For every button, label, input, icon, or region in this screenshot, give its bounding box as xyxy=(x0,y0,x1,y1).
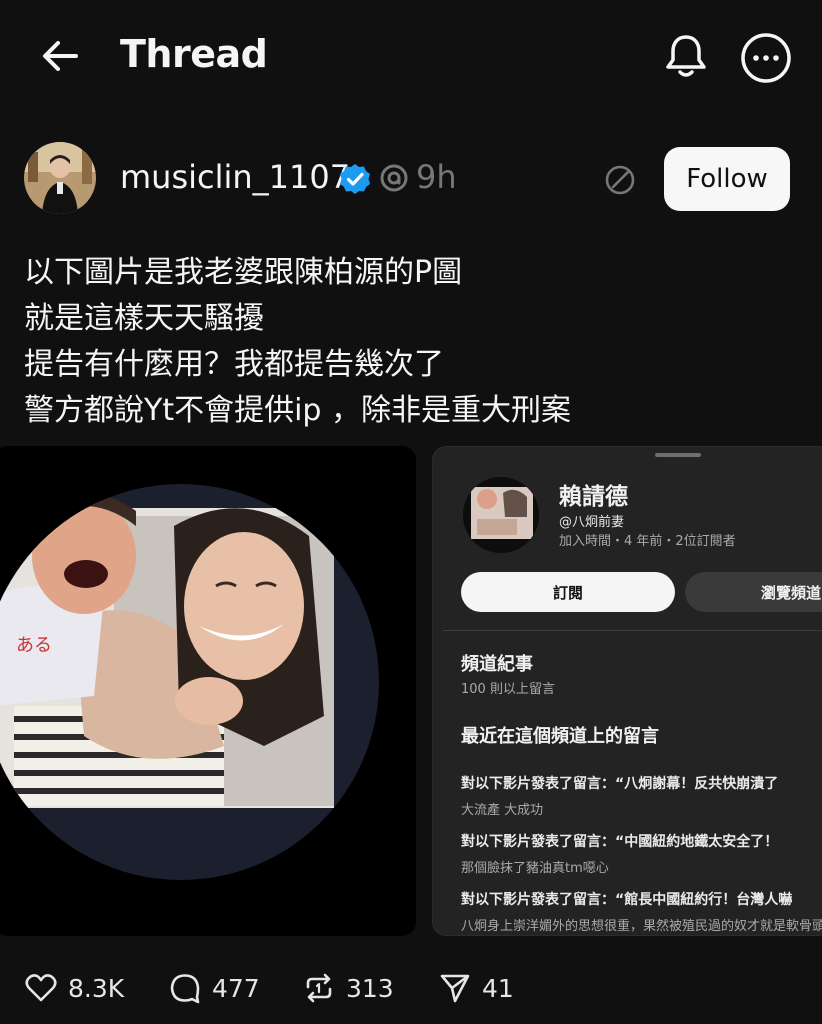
more-options-button[interactable] xyxy=(740,32,792,84)
comment-title: 對以下影片發表了留言：“八炯謝幕！反共快崩潰了 xyxy=(461,776,779,792)
repost-count: 313 xyxy=(346,973,394,1003)
arrow-left-icon xyxy=(43,41,78,71)
edited-photo-image: ある xyxy=(0,446,416,936)
post-text-line: 警方都說Yt不會提供ip ，除非是重大刑案 xyxy=(24,393,572,428)
bell-icon xyxy=(666,35,706,77)
notification-button[interactable] xyxy=(662,32,710,80)
like-count: 8.3K xyxy=(68,973,125,1003)
divider xyxy=(443,630,822,631)
page-title: Thread xyxy=(120,32,268,76)
subscribe-button: 訂閱 xyxy=(461,572,675,612)
browse-channel-button: 瀏覽頻道 xyxy=(685,572,822,612)
post-header: musiclin_1107 9h Follow xyxy=(0,140,822,220)
post-image-1[interactable]: ある xyxy=(0,446,416,936)
avatar-image xyxy=(24,142,96,214)
top-bar: Thread xyxy=(0,0,822,115)
post-time: 9h xyxy=(416,158,457,196)
username[interactable]: musiclin_1107 xyxy=(120,158,350,196)
sheet-handle xyxy=(655,453,701,457)
channel-name: 賴請德 xyxy=(559,484,628,510)
post-text-line: 以下圖片是我老婆跟陳柏源的P圖 xyxy=(24,255,463,290)
comment-title: 對以下影片發表了留言：“館長中國紐約行！台灣人嚇 xyxy=(461,892,793,908)
comment-title: 對以下影片發表了留言：“中國紐約地鐵太安全了！ xyxy=(461,834,779,850)
share-count: 41 xyxy=(482,973,514,1003)
threads-logo-icon xyxy=(380,164,408,192)
comment-item: 對以下影片發表了留言：“館長中國紐約行！台灣人嚇 八炯身上崇洋媚外的思想很重，果… xyxy=(461,889,822,934)
svg-text:ある: ある xyxy=(16,635,52,656)
follow-button[interactable]: Follow xyxy=(664,147,790,211)
comment-button[interactable]: 477 xyxy=(168,968,260,1008)
heart-icon xyxy=(25,974,57,1002)
post-text-line: 提告有什麼用？我都提告幾次了 xyxy=(24,347,444,382)
post-text-line: 就是這樣天天騷擾 xyxy=(24,301,264,336)
share-button[interactable]: 41 xyxy=(438,968,514,1008)
comment-item: 對以下影片發表了留言：“中國紐約地鐵太安全了！ 那個臉抹了豬油真tm噁心 xyxy=(461,831,822,876)
send-icon xyxy=(440,974,470,1003)
avatar[interactable] xyxy=(24,142,96,214)
back-button[interactable] xyxy=(38,34,82,78)
like-button[interactable]: 8.3K xyxy=(24,968,124,1008)
post-actions: 8.3K 477 313 41 xyxy=(0,960,822,1014)
repost-button[interactable]: 313 xyxy=(302,968,394,1008)
channel-handle: @八炯前妻 xyxy=(559,515,625,530)
mute-icon[interactable] xyxy=(602,162,638,198)
comment-count: 477 xyxy=(212,973,260,1003)
comment-body: 大流產 大成功 xyxy=(461,803,544,818)
comment-item: 對以下影片發表了留言：“八炯謝幕！反共快崩潰了 大流產 大成功 xyxy=(461,773,822,818)
post-image-2[interactable]: 賴請德 @八炯前妻 加入時間・4 年前・2位訂閱者 訂閱 瀏覽頻道 頻道紀事 1… xyxy=(432,446,822,936)
channel-posts-title: 頻道紀事 xyxy=(461,654,533,675)
channel-posts-count: 100 則以上留言 xyxy=(461,682,555,697)
recent-comments-title: 最近在這個頻道上的留言 xyxy=(461,726,659,747)
channel-avatar-image xyxy=(463,477,539,553)
comment-body: 八炯身上崇洋媚外的思想很重，果然被殖民過的奴才就是軟骨頭 xyxy=(461,919,822,934)
comment-body: 那個臉抹了豬油真tm噁心 xyxy=(461,861,609,876)
post-body: 以下圖片是我老婆跟陳柏源的P圖 就是這樣天天騷擾 提告有什麼用？我都提告幾次了 … xyxy=(24,250,804,434)
comment-bubble-icon xyxy=(170,974,200,1004)
channel-avatar xyxy=(463,477,539,553)
more-horizontal-icon xyxy=(741,33,791,83)
repost-icon xyxy=(306,973,332,1003)
channel-meta: 加入時間・4 年前・2位訂閱者 xyxy=(559,534,736,549)
verified-badge-icon xyxy=(340,164,370,194)
